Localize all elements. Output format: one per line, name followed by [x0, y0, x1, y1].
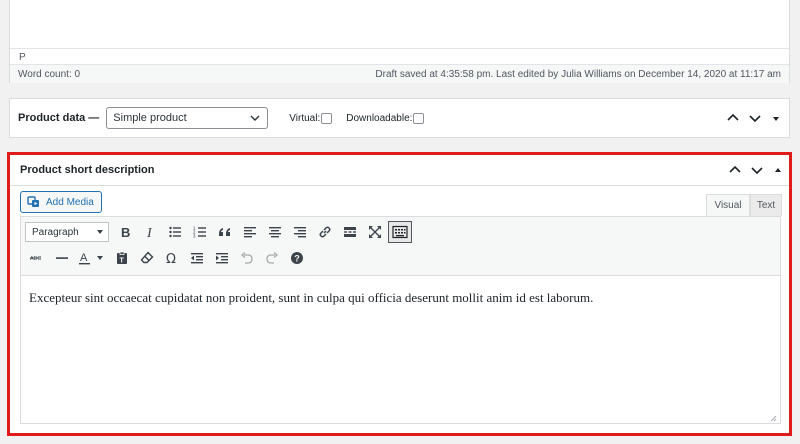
- format-select[interactable]: Paragraph: [25, 222, 109, 242]
- outdent-icon: [191, 253, 203, 264]
- redo-button[interactable]: [260, 247, 284, 269]
- short-description-title: Product short description: [20, 164, 155, 176]
- blockquote-button[interactable]: [213, 221, 237, 243]
- product-data-title: Product data —: [18, 112, 100, 124]
- caret-down-icon: [97, 230, 103, 234]
- editor-status-bar: Word count: 0 Draft saved at 4:35:58 pm.…: [10, 65, 789, 83]
- bold-button[interactable]: B: [113, 221, 137, 243]
- insert-link-button[interactable]: [313, 221, 337, 243]
- paste-text-button[interactable]: T: [110, 247, 134, 269]
- svg-text:?: ?: [294, 254, 300, 264]
- toolbar-toggle-button[interactable]: [388, 221, 412, 243]
- bold-icon: B: [121, 225, 130, 239]
- move-down-icon[interactable]: [749, 162, 765, 178]
- fullscreen-button[interactable]: [363, 221, 387, 243]
- downloadable-label: Downloadable:: [346, 112, 413, 124]
- editor-toolbar: Paragraph B I 1 2 3 ABC A T Ω ?: [21, 217, 780, 276]
- align-center-icon: [269, 227, 281, 238]
- move-up-icon[interactable]: [727, 162, 743, 178]
- help-button[interactable]: ?: [285, 247, 309, 269]
- tab-text[interactable]: Text: [750, 194, 782, 216]
- virtual-option: Virtual:: [289, 112, 333, 124]
- chevron-down-icon: [250, 115, 260, 121]
- add-media-label: Add Media: [46, 196, 94, 208]
- short-description-controls: [727, 155, 785, 185]
- product-data-controls: [725, 99, 783, 137]
- product-type-select[interactable]: Simple product: [106, 107, 269, 129]
- add-media-button[interactable]: Add Media: [20, 191, 102, 213]
- svg-text:3: 3: [193, 234, 196, 239]
- draft-status: Draft saved at 4:35:58 pm. Last edited b…: [375, 68, 781, 80]
- clear-formatting-button[interactable]: [135, 247, 159, 269]
- element-path[interactable]: P: [10, 49, 789, 65]
- short-description-editor: Paragraph B I 1 2 3 ABC A T Ω ? Excepteu…: [20, 216, 781, 424]
- tab-visual[interactable]: Visual: [706, 194, 750, 216]
- svg-text:B: B: [121, 225, 130, 239]
- clear-formatting-icon: [140, 251, 154, 264]
- move-down-icon[interactable]: [747, 110, 763, 126]
- italic-icon: I: [146, 226, 153, 239]
- short-description-status-bar: [21, 410, 780, 424]
- numbered-list-button[interactable]: 1 2 3: [188, 221, 212, 243]
- format-select-value: Paragraph: [32, 226, 79, 238]
- svg-text:Ω: Ω: [166, 252, 176, 265]
- text-color-icon: A: [79, 252, 103, 265]
- resize-handle-icon[interactable]: [769, 414, 777, 422]
- media-row: Add Media Visual Text: [10, 186, 789, 216]
- help-icon: ?: [291, 252, 303, 264]
- toolbar-row-2: ABC A T Ω ?: [25, 247, 310, 269]
- align-left-icon: [244, 227, 256, 238]
- read-more-icon: [344, 227, 356, 237]
- align-right-button[interactable]: [288, 221, 312, 243]
- word-count: Word count: 0: [18, 68, 81, 80]
- undo-button[interactable]: [235, 247, 259, 269]
- text-color-button[interactable]: A: [75, 247, 109, 269]
- bullet-list-icon: [169, 226, 181, 238]
- italic-button[interactable]: I: [138, 221, 162, 243]
- blockquote-icon: [219, 228, 230, 236]
- paste-text-icon: T: [117, 251, 127, 265]
- downloadable-option: Downloadable:: [346, 112, 425, 124]
- svg-text:T: T: [120, 258, 125, 265]
- strikethrough-icon: ABC: [30, 256, 41, 262]
- virtual-checkbox[interactable]: [321, 112, 333, 124]
- svg-text:ABC: ABC: [30, 256, 41, 262]
- toolbar-row-1: Paragraph B I 1 2 3: [25, 221, 413, 243]
- downloadable-checkbox[interactable]: [413, 112, 425, 124]
- indent-button[interactable]: [210, 247, 234, 269]
- indent-icon: [216, 253, 228, 264]
- content-editor: P Word count: 0 Draft saved at 4:35:58 p…: [9, 0, 790, 83]
- strikethrough-button[interactable]: ABC: [25, 247, 49, 269]
- special-character-button[interactable]: Ω: [160, 247, 184, 269]
- toolbar-toggle-icon: [392, 225, 408, 239]
- move-up-icon[interactable]: [725, 110, 741, 126]
- virtual-label: Virtual:: [289, 112, 321, 124]
- bullet-list-button[interactable]: [163, 221, 187, 243]
- redo-icon: [266, 252, 279, 264]
- outdent-button[interactable]: [185, 247, 209, 269]
- short-description-content[interactable]: Excepteur sint occaecat cupidatat non pr…: [21, 276, 780, 410]
- align-center-button[interactable]: [263, 221, 287, 243]
- toggle-panel-icon[interactable]: [769, 110, 783, 126]
- align-right-icon: [294, 227, 306, 238]
- horizontal-line-icon: [56, 257, 68, 259]
- numbered-list-icon: 1 2 3: [193, 226, 206, 239]
- product-data-box: Product data — Simple product Virtual: D…: [9, 98, 790, 138]
- svg-text:A: A: [80, 252, 88, 264]
- special-character-icon: Ω: [166, 252, 176, 265]
- horizontal-line-button[interactable]: [50, 247, 74, 269]
- align-left-button[interactable]: [238, 221, 262, 243]
- undo-icon: [240, 252, 253, 264]
- short-description-header: Product short description: [10, 155, 789, 186]
- toggle-panel-icon[interactable]: [771, 162, 785, 178]
- svg-text:I: I: [146, 226, 153, 239]
- product-short-description-box: Product short description Add Media Visu…: [7, 152, 792, 436]
- content-editor-area[interactable]: [10, 0, 789, 49]
- short-description-text: Excepteur sint occaecat cupidatat non pr…: [29, 290, 594, 305]
- add-media-icon: [27, 196, 39, 207]
- fullscreen-icon: [369, 226, 381, 238]
- product-type-value: Simple product: [113, 112, 187, 124]
- read-more-button[interactable]: [338, 221, 362, 243]
- link-icon: [319, 226, 331, 238]
